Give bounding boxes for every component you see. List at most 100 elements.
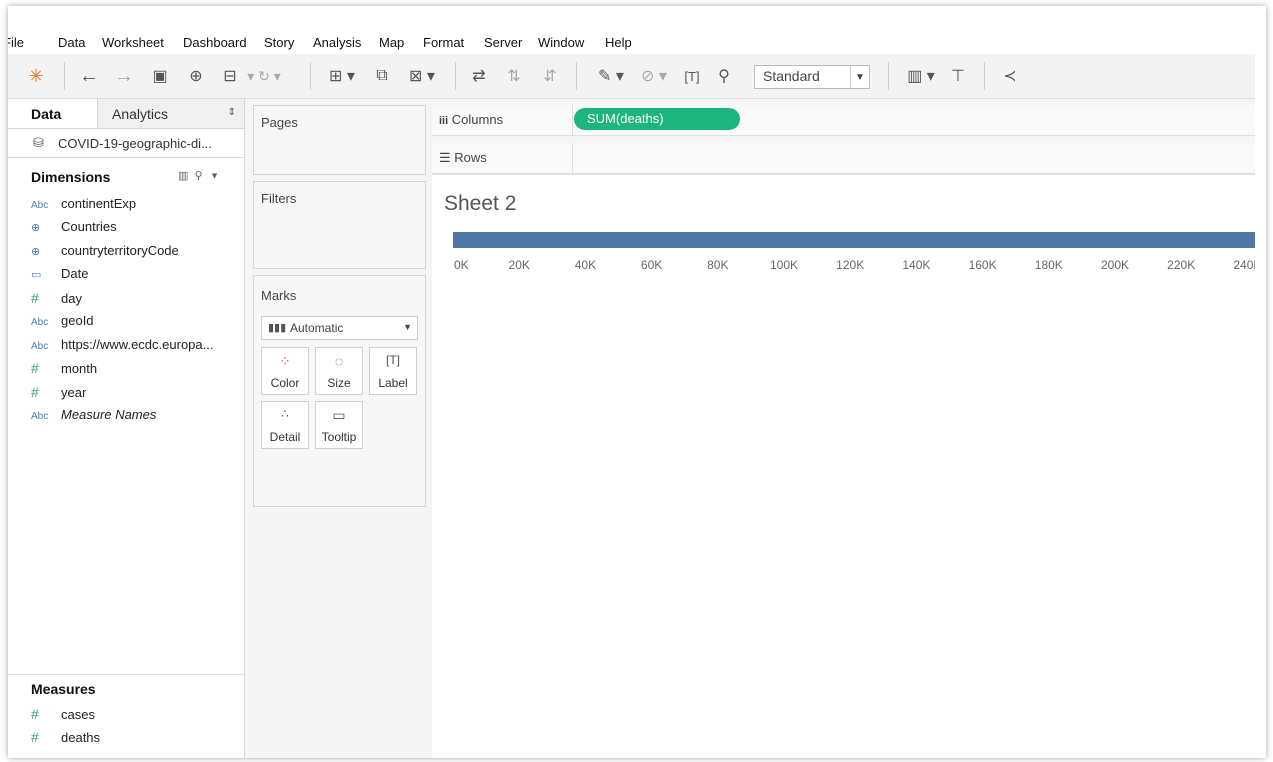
dimension-field[interactable]: # year: [31, 384, 86, 406]
new-datasource-icon[interactable]: ⊕: [184, 64, 208, 88]
tableau-logo-icon[interactable]: ✳: [24, 64, 48, 88]
datasource-item[interactable]: ⛁ COVID-19-geographic-di...: [8, 129, 244, 158]
menu-data[interactable]: Data: [58, 35, 85, 50]
dimension-field[interactable]: Abc geoId: [31, 313, 94, 335]
x-tick-label: 60K: [641, 258, 662, 272]
number-icon: #: [31, 706, 39, 722]
sort-descending-icon[interactable]: ⇵: [538, 64, 562, 88]
tab-data[interactable]: Data: [8, 99, 97, 128]
search-icon[interactable]: ⚲: [195, 170, 203, 182]
measures-header: Measures: [8, 674, 244, 701]
collapse-icon[interactable]: ⇕: [228, 107, 236, 118]
number-icon: #: [31, 360, 39, 376]
group-members-icon[interactable]: ⊘ ▾: [634, 64, 674, 88]
field-name: Countries: [61, 219, 117, 234]
globe-icon: ⊕: [31, 246, 41, 258]
rows-shelf[interactable]: ☰ Rows: [432, 143, 1255, 174]
redo-icon[interactable]: →: [112, 64, 136, 88]
abc-string-icon: Abc: [31, 341, 49, 352]
menu-map[interactable]: Map: [379, 35, 404, 50]
show-mark-labels-icon[interactable]: [T]: [680, 64, 704, 88]
calendar-icon: ▭: [31, 269, 42, 281]
filters-card[interactable]: Filters: [253, 181, 426, 269]
fit-dropdown-value: Standard: [763, 68, 820, 84]
x-tick-label: 200K: [1101, 258, 1129, 272]
chevron-down-icon[interactable]: ▾: [212, 170, 218, 182]
menu-analysis[interactable]: Analysis: [313, 35, 361, 50]
abc-string-icon: Abc: [31, 411, 49, 422]
menu-dashboard[interactable]: Dashboard: [183, 35, 247, 50]
bar-chart-icon: ▮▮▮: [268, 322, 287, 334]
tab-analytics[interactable]: Analytics ⇕: [97, 99, 244, 128]
menu-help[interactable]: Help: [605, 35, 632, 50]
menu-file[interactable]: File: [8, 35, 24, 50]
share-icon[interactable]: ≺: [998, 64, 1022, 88]
dimension-field[interactable]: # day: [31, 290, 82, 312]
marks-title: Marks: [261, 288, 297, 303]
fix-axes-icon[interactable]: ⚲: [712, 64, 736, 88]
pill-label: SUM(deaths): [587, 111, 664, 126]
dimensions-header: Dimensions: [31, 169, 111, 185]
presentation-mode-icon[interactable]: ⊤: [946, 64, 970, 88]
field-name: geoId: [61, 313, 94, 328]
measure-field[interactable]: # cases: [31, 706, 95, 728]
sum-deaths-pill[interactable]: SUM(deaths): [574, 108, 740, 130]
tooltip-label: Tooltip: [321, 430, 357, 444]
globe-icon: ⊕: [31, 222, 41, 234]
fit-dropdown[interactable]: Standard ▼: [754, 65, 870, 89]
swap-rows-columns-icon[interactable]: ⇄: [467, 64, 491, 88]
label-button[interactable]: [T] Label: [369, 347, 417, 395]
show-cards-icon[interactable]: ▥ ▾: [901, 64, 941, 88]
menu-server[interactable]: Server: [484, 35, 522, 50]
x-tick-label: 180K: [1035, 258, 1063, 272]
menu-story[interactable]: Story: [264, 35, 294, 50]
field-name: continentExp: [61, 196, 137, 211]
detail-button[interactable]: ∴ Detail: [261, 401, 309, 449]
dimension-field[interactable]: # month: [31, 360, 97, 382]
size-button[interactable]: ◌ Size: [315, 347, 363, 395]
pages-card[interactable]: Pages: [253, 105, 426, 175]
save-icon[interactable]: ▣: [148, 64, 172, 88]
pause-updates-icon[interactable]: ⊟: [218, 64, 242, 88]
new-worksheet-icon[interactable]: ⊞ ▾: [322, 64, 362, 88]
dimension-field[interactable]: ▭ Date: [31, 266, 88, 288]
sort-ascending-icon[interactable]: ⇅: [502, 64, 526, 88]
number-icon: #: [31, 290, 39, 306]
columns-shelf[interactable]: iii Columns SUM(deaths): [432, 105, 1255, 136]
tooltip-button[interactable]: ▭ Tooltip: [315, 401, 363, 449]
duplicate-sheet-icon[interactable]: ⧉: [370, 64, 394, 88]
tooltip-icon: ▭: [332, 407, 346, 423]
mark-type-dropdown[interactable]: ▮▮▮ Automatic ▼: [261, 316, 418, 340]
color-dots-icon: ⁘: [279, 353, 291, 369]
tab-data-label: Data: [31, 106, 62, 122]
refresh-icon[interactable]: ▾ ↻ ▾: [244, 64, 284, 88]
dimension-field[interactable]: Abc Measure Names: [31, 407, 156, 429]
dimension-field[interactable]: ⊕ Countries: [31, 219, 117, 241]
highlight-icon[interactable]: ✎ ▾: [591, 64, 631, 88]
label-icon: [T]: [386, 353, 400, 367]
number-icon: #: [31, 384, 39, 400]
menu-worksheet[interactable]: Worksheet: [102, 35, 164, 50]
color-button[interactable]: ⁘ Color: [261, 347, 309, 395]
columns-shelf-label: iii Columns: [439, 112, 504, 127]
field-name: month: [61, 361, 98, 376]
number-icon: #: [31, 729, 39, 745]
menu-format[interactable]: Format: [423, 35, 464, 50]
dimension-field[interactable]: Abc continentExp: [31, 196, 136, 218]
menu-bar: File Data Worksheet Dashboard Story Anal…: [8, 32, 1266, 54]
size-label: Size: [327, 376, 351, 390]
bar-mark[interactable]: [453, 232, 1255, 248]
tableau-window: File Data Worksheet Dashboard Story Anal…: [8, 6, 1266, 758]
menu-window[interactable]: Window: [538, 35, 584, 50]
measure-field[interactable]: # deaths: [31, 729, 100, 751]
x-tick-label: 0K: [454, 258, 469, 272]
undo-icon[interactable]: ←: [77, 64, 101, 88]
color-label: Color: [270, 376, 300, 390]
cards-column: Pages Filters Marks ▮▮▮ Automatic ▼ ⁘ Co…: [245, 99, 432, 758]
view-grid-icon[interactable]: ▥: [178, 170, 188, 182]
sheet-title: Sheet 2: [444, 192, 517, 215]
dimension-field[interactable]: ⊕ countryterritoryCode: [31, 243, 179, 265]
clear-sheet-icon[interactable]: ⊠ ▾: [402, 64, 442, 88]
dimension-field[interactable]: Abc https://www.ecdc.europa...: [31, 337, 213, 359]
x-tick-label: 80K: [707, 258, 728, 272]
